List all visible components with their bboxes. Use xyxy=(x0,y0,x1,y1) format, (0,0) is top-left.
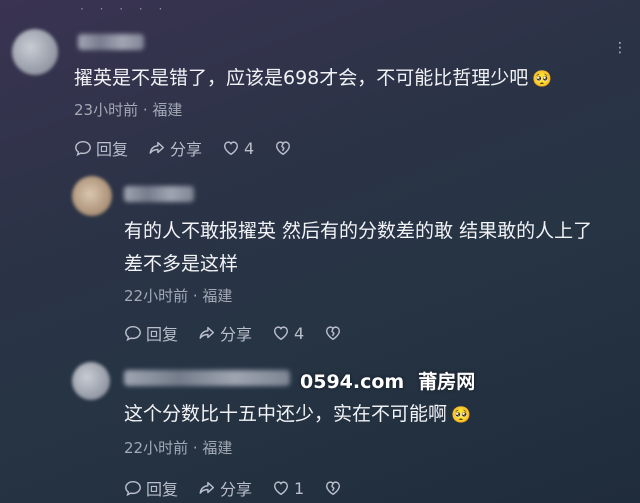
share-arrow-icon xyxy=(199,481,215,494)
reply-label: 回复 xyxy=(146,325,179,344)
like-button[interactable]: 4 xyxy=(222,139,254,158)
pleading-emoji-icon: 🥺 xyxy=(451,405,471,424)
reply-button[interactable]: 回复 xyxy=(74,136,128,160)
username-blurred[interactable] xyxy=(124,186,194,202)
like-button[interactable]: 4 xyxy=(272,324,304,343)
comment-meta: 22小时前 · 福建 xyxy=(124,439,233,457)
comment-body: 擢英是不是错了，应该是698才会，不可能比哲理少吧 xyxy=(74,67,529,89)
share-label: 分享 xyxy=(170,140,203,159)
comment-bubble-icon xyxy=(125,480,141,497)
reply-button[interactable]: 回复 xyxy=(124,476,178,500)
share-label: 分享 xyxy=(220,480,253,499)
reply-button[interactable]: 回复 xyxy=(124,321,178,345)
avatar[interactable] xyxy=(12,29,58,75)
share-arrow-icon xyxy=(149,141,165,154)
comment-text: 擢英是不是错了，应该是698才会，不可能比哲理少吧 🥺 xyxy=(74,62,552,95)
comment-bubble-icon xyxy=(75,140,91,157)
share-button[interactable]: 分享 xyxy=(148,136,202,160)
comment-actions: 回复 分享 1 xyxy=(124,476,366,500)
username-blurred[interactable] xyxy=(124,370,290,386)
broken-heart-icon xyxy=(276,141,291,156)
broken-heart-icon xyxy=(326,481,341,496)
like-count: 4 xyxy=(294,323,305,343)
comment-actions: 回复 分享 4 xyxy=(124,321,366,345)
comment-bubble-icon xyxy=(125,325,141,342)
share-button[interactable]: 分享 xyxy=(198,476,252,500)
comment-text: 这个分数比十五中还少，实在不可能啊 🥺 xyxy=(124,398,471,431)
watermark: 0594.com 莆房网 xyxy=(300,367,489,394)
share-arrow-icon xyxy=(199,326,215,339)
like-count: 1 xyxy=(294,478,305,498)
comment-body: 这个分数比十五中还少，实在不可能啊 xyxy=(124,403,448,425)
like-count: 4 xyxy=(244,138,255,158)
avatar[interactable] xyxy=(72,176,112,216)
username-blurred[interactable] xyxy=(78,34,144,50)
heart-icon xyxy=(274,481,289,496)
heart-icon xyxy=(274,326,289,341)
dislike-button[interactable] xyxy=(324,479,346,497)
avatar[interactable] xyxy=(72,362,110,400)
comment-body-line-1: 有的人不敢报擢英 然后有的分数差的敢 结果敢的人上了 xyxy=(124,220,593,242)
comment-actions: 回复 分享 4 xyxy=(74,136,316,160)
comment-meta: 23小时前 · 福建 xyxy=(74,101,183,119)
share-button[interactable]: 分享 xyxy=(198,321,252,345)
comment-meta: 22小时前 · 福建 xyxy=(124,287,233,305)
broken-heart-icon xyxy=(326,326,341,341)
reply-label: 回复 xyxy=(146,480,179,499)
comment-body-line-2: 差不多是这样 xyxy=(124,253,239,275)
like-button[interactable]: 1 xyxy=(272,479,304,498)
dislike-button[interactable] xyxy=(324,324,346,342)
top-ellipsis: · · · · · xyxy=(80,2,169,16)
heart-icon xyxy=(224,141,239,156)
watermark-brand: 莆房网 xyxy=(418,371,476,393)
share-label: 分享 xyxy=(220,325,253,344)
more-dots-icon[interactable]: ⋮ xyxy=(613,40,628,56)
comment-text: 有的人不敢报擢英 然后有的分数差的敢 结果敢的人上了 差不多是这样 xyxy=(124,215,592,281)
dislike-button[interactable] xyxy=(274,139,296,157)
reply-label: 回复 xyxy=(96,140,129,159)
watermark-domain: 0594.com xyxy=(300,371,405,393)
pleading-emoji-icon: 🥺 xyxy=(532,69,553,88)
